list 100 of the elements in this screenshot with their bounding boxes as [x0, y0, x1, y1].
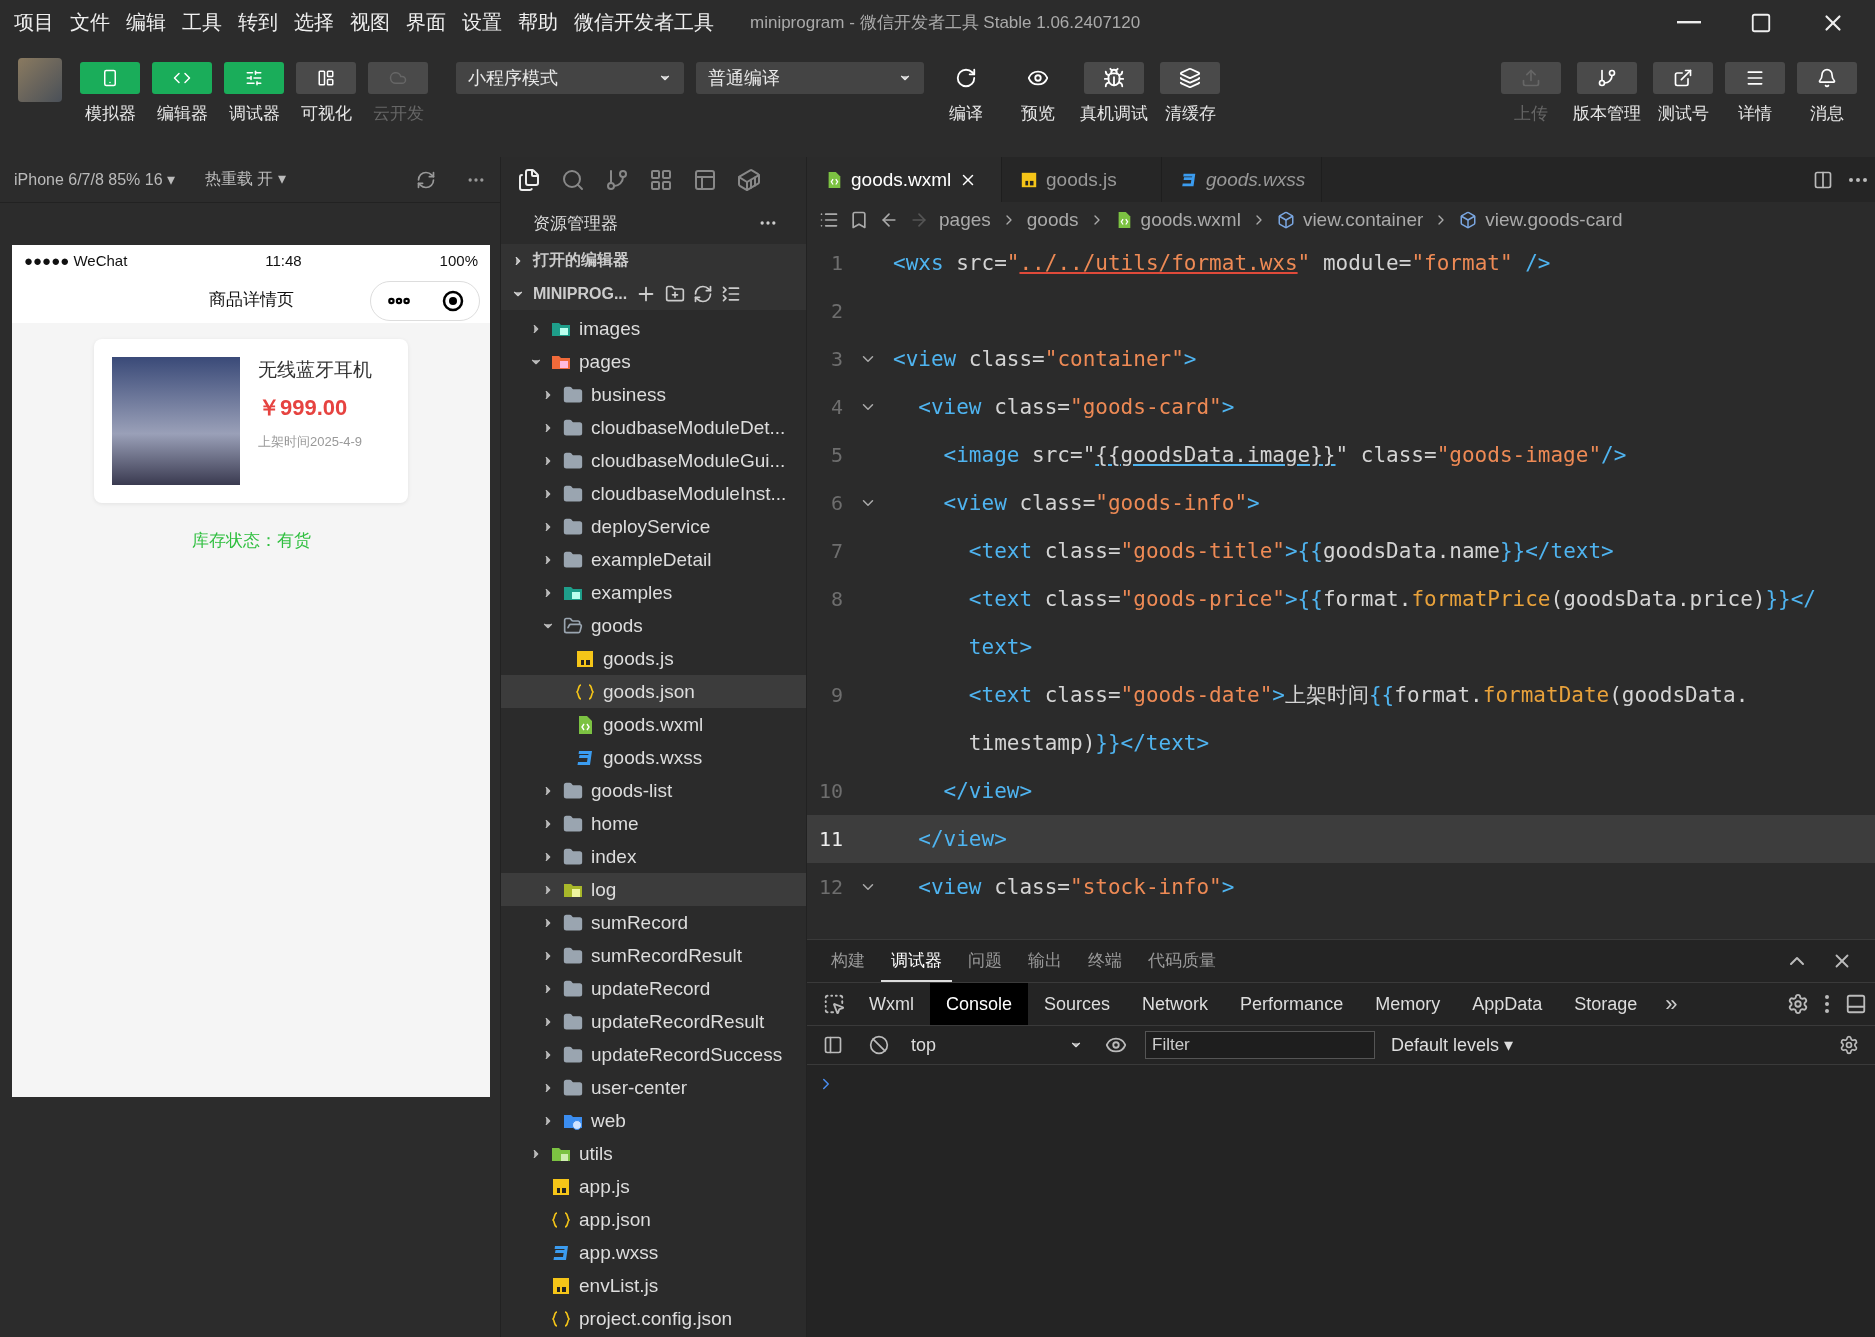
tree-item[interactable]: app.js — [501, 1170, 806, 1203]
refresh-icon — [693, 283, 714, 304]
tree-item[interactable]: envList.js — [501, 1269, 806, 1302]
breadcrumb-item[interactable]: pages — [939, 208, 991, 231]
section-header[interactable]: 打开的编辑器 — [501, 244, 806, 277]
menu-item[interactable]: 微信开发者工具 — [574, 9, 714, 36]
breadcrumb-item[interactable]: view.goods-card — [1459, 208, 1623, 231]
tree-item[interactable]: examples — [501, 576, 806, 609]
menu-item[interactable]: 项目 — [14, 9, 54, 36]
files-icon[interactable] — [517, 167, 541, 192]
devtools-tab[interactable]: Memory — [1359, 983, 1457, 1025]
tree-item[interactable]: home — [501, 807, 806, 840]
breadcrumb-item[interactable]: view.container — [1276, 208, 1424, 231]
menu-item[interactable]: 编辑 — [126, 9, 166, 36]
context-dropdown[interactable]: top — [907, 1034, 1087, 1056]
compile-dropdown[interactable]: 普通编译 — [696, 62, 924, 94]
toolbar-button[interactable]: 真机调试 — [1080, 62, 1148, 125]
toolbar-button[interactable]: 编译 — [936, 62, 996, 125]
js-file-icon — [551, 1176, 571, 1197]
devtools-tab[interactable]: Sources — [1028, 983, 1127, 1025]
container-icon[interactable] — [737, 167, 761, 192]
menu-item[interactable]: 文件 — [70, 9, 110, 36]
panel-icon[interactable] — [693, 167, 717, 192]
levels-dropdown[interactable]: Default levels ▾ — [1385, 1033, 1520, 1057]
bookmark-icon[interactable] — [849, 209, 869, 230]
line-number: 8 — [829, 587, 843, 611]
tree-item[interactable]: goods.js — [501, 642, 806, 675]
menu-item[interactable]: 设置 — [462, 9, 502, 36]
page-title: 商品详情页 — [208, 288, 294, 311]
capsule-button[interactable] — [370, 281, 480, 321]
tree-item[interactable]: app.wxss — [501, 1236, 806, 1269]
tree-item[interactable]: updateRecordSuccess — [501, 1038, 806, 1071]
menu-item[interactable]: 转到 — [238, 9, 278, 36]
tree-item[interactable]: deployService — [501, 510, 806, 543]
tree-item[interactable]: goods — [501, 609, 806, 642]
code-line: </view> — [942, 779, 1033, 803]
maximize-icon — [1750, 11, 1772, 34]
breadcrumb-item[interactable]: goods.wxml — [1114, 208, 1241, 231]
toolbar-button[interactable]: 预览 — [1008, 62, 1068, 125]
refresh-icon — [955, 67, 977, 89]
menu-item[interactable]: 选择 — [294, 9, 334, 36]
tree-item[interactable]: project.config.json — [501, 1302, 806, 1335]
filter-field[interactable]: Filter — [1145, 1031, 1375, 1059]
code-line: <view class="goods-info"> — [942, 491, 1260, 515]
editor-tab[interactable]: goods.wxml — [807, 157, 1002, 202]
device-dropdown[interactable]: iPhone 6/7/8 85% 16 ▾ — [14, 170, 176, 189]
tree-item[interactable]: cloudbaseModuleInst... — [501, 477, 806, 510]
menu-item[interactable]: 工具 — [182, 9, 222, 36]
tree-item[interactable]: cloudbaseModuleDet... — [501, 411, 806, 444]
menu-item[interactable]: 帮助 — [518, 9, 558, 36]
mode-dropdown[interactable]: 小程序模式 — [456, 62, 684, 94]
tree-item[interactable]: log — [501, 873, 806, 906]
tree-item[interactable]: index — [501, 840, 806, 873]
tree-item[interactable]: goods.wxss — [501, 741, 806, 774]
panel-tab[interactable]: 调试器 — [881, 940, 952, 982]
line-number: 6 — [829, 491, 843, 515]
tree-item[interactable]: app.json — [501, 1203, 806, 1236]
bell-icon — [1817, 68, 1837, 88]
devtools-tab[interactable]: Performance — [1224, 983, 1360, 1025]
refresh-icon[interactable] — [416, 169, 436, 190]
js-file-icon — [1020, 170, 1038, 189]
tree-item[interactable]: business — [501, 378, 806, 411]
grid-icon[interactable] — [649, 167, 673, 192]
tree-item[interactable]: sumRecord — [501, 906, 806, 939]
tree-item[interactable]: sumRecordResult — [501, 939, 806, 972]
tree-item[interactable]: utils — [501, 1137, 806, 1170]
folder-icon — [563, 483, 583, 504]
panel-tab[interactable]: 输出 — [1018, 940, 1072, 982]
tree-item[interactable]: goods.wxml — [501, 708, 806, 741]
panel-tab[interactable]: 代码质量 — [1138, 940, 1226, 982]
panel-tab[interactable]: 终端 — [1078, 940, 1132, 982]
hot-reload-dropdown[interactable]: 热重载 开 ▾ — [205, 169, 286, 190]
menu-item[interactable]: 界面 — [406, 9, 446, 36]
tree-item[interactable]: cloudbaseModuleGui... — [501, 444, 806, 477]
folder-icon — [563, 384, 583, 405]
menu-item[interactable]: 视图 — [350, 9, 390, 36]
tree-item[interactable]: exampleDetail — [501, 543, 806, 576]
panel-tab[interactable]: 问题 — [958, 940, 1012, 982]
tree-item[interactable]: images — [501, 312, 806, 345]
breadcrumb-item[interactable]: goods — [1026, 208, 1079, 231]
devtools-tab[interactable]: Storage — [1558, 983, 1654, 1025]
tree-item[interactable]: web — [501, 1104, 806, 1137]
devtools-tab[interactable]: Wxml — [853, 983, 930, 1025]
tree-item[interactable]: user-center — [501, 1071, 806, 1104]
tree-item[interactable]: goods-list — [501, 774, 806, 807]
code-line: <image src="{{goodsData.image}}" class="goods-image"/> — [942, 443, 1627, 467]
devtools-tab[interactable]: Network — [1126, 983, 1225, 1025]
devtools-tab[interactable]: Console — [930, 983, 1029, 1025]
tree-item[interactable]: pages — [501, 345, 806, 378]
cube-icon — [1459, 210, 1478, 229]
tree-item[interactable]: updateRecord — [501, 972, 806, 1005]
branch-icon[interactable] — [605, 167, 629, 192]
section-header[interactable]: MINIPROG... — [501, 277, 806, 310]
panel-tab[interactable]: 构建 — [821, 940, 875, 982]
search-icon[interactable] — [561, 167, 585, 192]
more-tabs-button[interactable]: » — [1653, 983, 1690, 1025]
tree-item[interactable]: updateRecordResult — [501, 1005, 806, 1038]
toolbar-button[interactable]: 版本管理 — [1573, 62, 1641, 125]
tree-item[interactable]: goods.json — [501, 675, 806, 708]
devtools-tab[interactable]: AppData — [1456, 983, 1559, 1025]
